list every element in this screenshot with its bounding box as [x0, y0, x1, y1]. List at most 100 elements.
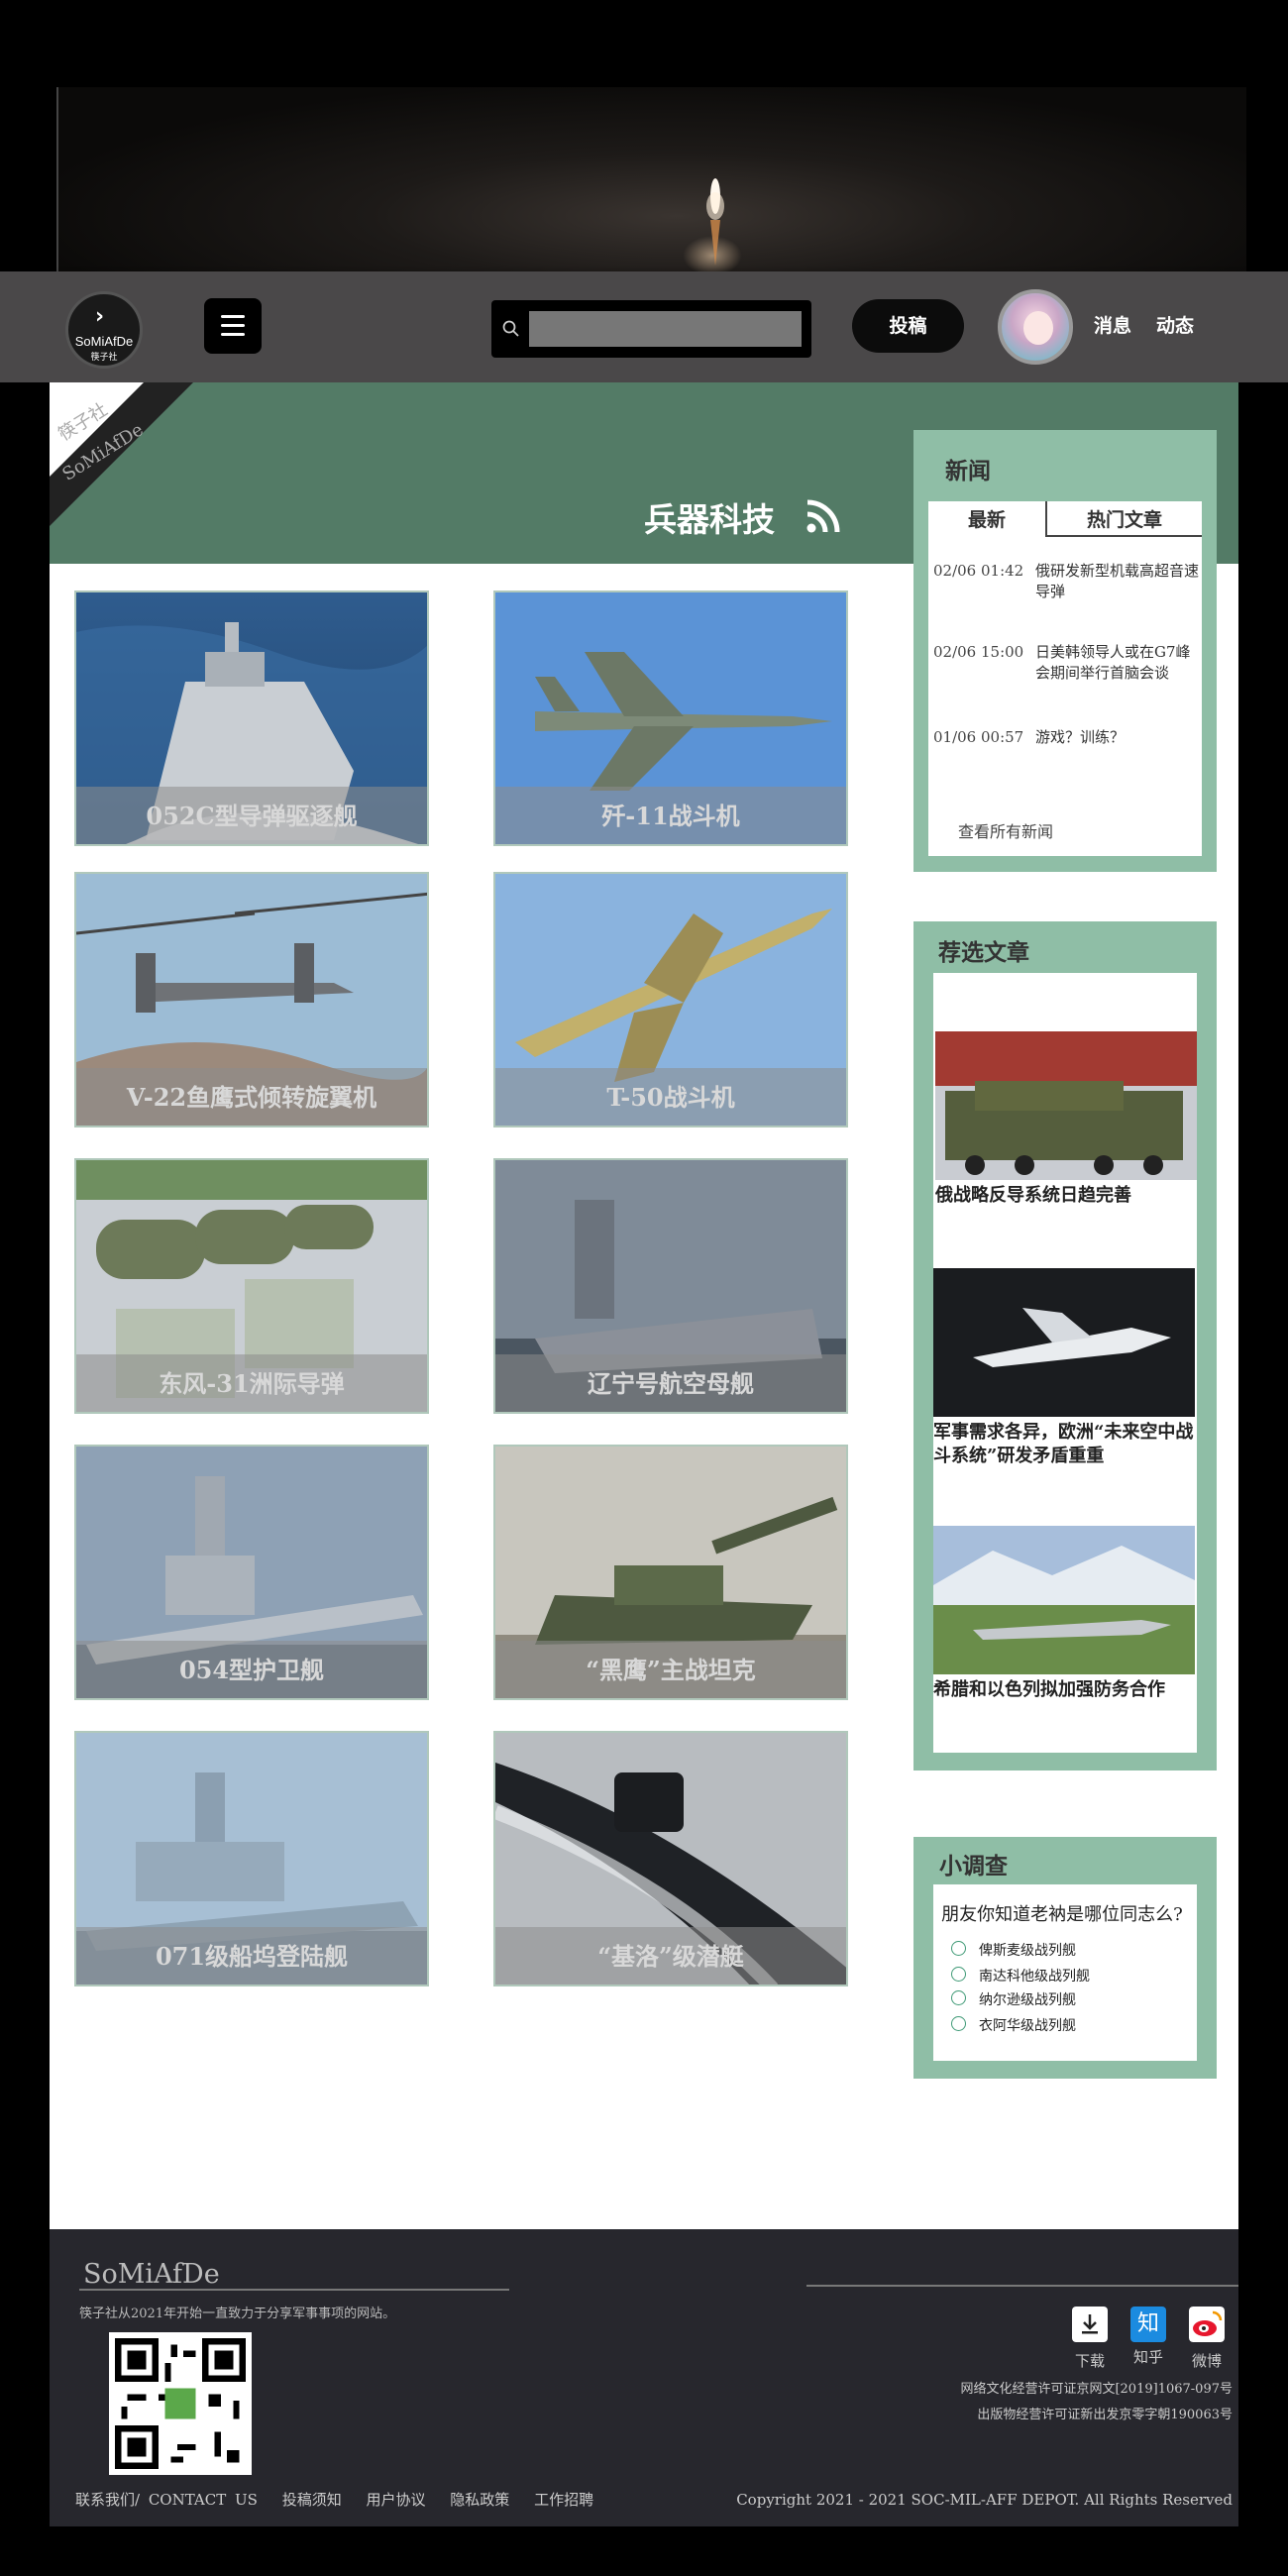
grid-caption: T-50战斗机: [495, 1068, 846, 1126]
menu-button[interactable]: [204, 298, 262, 354]
grid-item-t50[interactable]: T-50战斗机: [493, 872, 848, 1127]
weibo-icon: [1189, 2307, 1225, 2342]
footer-links: 联系我们/ CONTACT US 投稿须知 用户协议 隐私政策 工作招聘: [75, 2489, 609, 2510]
news-headline[interactable]: 游戏？训练？: [1035, 727, 1204, 748]
poll-option[interactable]: 纳尔逊级战列舰: [951, 1989, 1076, 2009]
category-title: 兵器科技: [644, 500, 775, 539]
zhihu-icon: 知: [1130, 2307, 1166, 2342]
poll-option-label: 衣阿华级战列舰: [979, 2018, 1076, 2034]
footer-description: 筷子社从2021年开始一直致力于分享军事事项的网站。: [79, 2307, 396, 2321]
hero-banner: [56, 87, 1246, 275]
news-date: 02/06 15:00: [933, 643, 1024, 661]
corner-ribbon: 筷子社 SoMiAfDe: [50, 382, 198, 531]
m346-image: [933, 1526, 1195, 1674]
poll-title: 小调查: [939, 1853, 1008, 1879]
poll-option-label: 俾斯麦级战列舰: [979, 1943, 1076, 1959]
logo-chevron-icon: ›: [95, 304, 105, 329]
careers-link[interactable]: 工作招聘: [534, 2491, 593, 2509]
main-content: 筷子社 SoMiAfDe 兵器科技 052C型导弹驱逐舰 歼-11战斗机 V-2…: [50, 382, 1238, 2229]
radio-icon[interactable]: [951, 1941, 966, 1956]
logo-text: SoMiAfDe: [74, 334, 134, 349]
logo-subtext: 筷子社: [90, 353, 118, 363]
search-input[interactable]: [529, 311, 802, 347]
grid-item-kilo[interactable]: “基洛”级潜艇: [493, 1731, 848, 1986]
poll-option-label: 南达科他级战列舰: [979, 1969, 1090, 1985]
copyright: Copyright 2021 - 2021 SOC-MIL-AFF DEPOT.…: [736, 2491, 1233, 2509]
recommended-headline: 军事需求各异，欧洲“未来空中战斗系统”研发矛盾重重: [933, 1422, 1194, 1466]
rocket-launch-image: [706, 178, 724, 266]
search-icon[interactable]: [501, 319, 521, 339]
grid-caption: “黑鹰”主战坦克: [495, 1641, 846, 1698]
grid-caption: 歼-11战斗机: [495, 787, 846, 844]
news-title: 新闻: [945, 458, 991, 484]
grid-item-j11[interactable]: 歼-11战斗机: [493, 590, 848, 846]
zhihu-label: 知乎: [1132, 2348, 1163, 2366]
rss-icon[interactable]: [805, 497, 842, 535]
recommended-item[interactable]: 军事需求各异，欧洲“未来空中战斗系统”研发矛盾重重: [933, 1268, 1195, 1468]
grid-caption: 054型护卫舰: [76, 1641, 427, 1698]
news-tabs: 最新 热门文章: [928, 501, 1202, 537]
recommended-item[interactable]: 希腊和以色列拟加强防务合作: [933, 1526, 1195, 1702]
weibo-link[interactable]: 微博: [1187, 2307, 1227, 2371]
tab-latest[interactable]: 最新: [928, 501, 1047, 537]
recommended-title: 荐选文章: [938, 939, 1029, 966]
grid-item-destroyer[interactable]: 052C型导弹驱逐舰: [74, 590, 429, 846]
recommended-headline: 希腊和以色列拟加强防务合作: [933, 1679, 1165, 1700]
poll-question: 朋友你知道老衲是哪位同志么?: [941, 1904, 1183, 1925]
news-date: 02/06 01:42: [933, 562, 1024, 580]
recommended-headline: 俄战略反导系统日趋完善: [935, 1185, 1131, 1206]
grid-caption: V-22鱼鹰式倾转旋翼机: [76, 1068, 427, 1126]
privacy-policy-link[interactable]: 隐私政策: [450, 2491, 509, 2509]
grid-caption: 052C型导弹驱逐舰: [76, 787, 427, 844]
recommended-item[interactable]: 俄战略反导系统日趋完善: [935, 1031, 1197, 1208]
download-icon: [1072, 2307, 1108, 2342]
zhihu-link[interactable]: 知 知乎: [1128, 2307, 1168, 2367]
poll-option-label: 纳尔逊级战列舰: [979, 1992, 1076, 2008]
s400-image: [935, 1031, 1197, 1180]
grid-caption: 辽宁号航空母舰: [495, 1354, 846, 1412]
grid-item-liaoning[interactable]: 辽宁号航空母舰: [493, 1158, 848, 1414]
tab-hot[interactable]: 热门文章: [1047, 501, 1202, 537]
footer-divider: [806, 2285, 1238, 2287]
grid-item-054[interactable]: 054型护卫舰: [74, 1445, 429, 1700]
download-link[interactable]: 下载: [1070, 2307, 1110, 2371]
poll-box: 小调查 朋友你知道老衲是哪位同志么? 俾斯麦级战列舰 南达科他级战列舰 纳尔逊级…: [913, 1837, 1217, 2079]
nav-updates[interactable]: 动态: [1156, 311, 1194, 338]
news-box: 新闻 最新 热门文章 02/06 01:42 俄研发新型机载高超音速导弹 02/…: [913, 430, 1217, 872]
radio-icon[interactable]: [951, 1990, 966, 2005]
radio-icon[interactable]: [951, 1967, 966, 1982]
poll-option[interactable]: 衣阿华级战列舰: [951, 2015, 1076, 2035]
news-date: 01/06 00:57: [933, 728, 1024, 746]
submit-article-button[interactable]: 投稿: [852, 299, 964, 353]
license-text: 出版物经营许可证新出发京零字朝190063号: [977, 2408, 1233, 2422]
qr-code: [109, 2332, 252, 2475]
recommended-box: 荐选文章 俄战略反导系统日趋完善 军事需求各异，欧洲“未来空中战斗系统”研发矛盾…: [913, 921, 1217, 1771]
download-label: 下载: [1074, 2352, 1105, 2370]
news-headline[interactable]: 日美韩领导人或在G7峰会期间举行首脑会谈: [1035, 642, 1204, 684]
grid-item-v22[interactable]: V-22鱼鹰式倾转旋翼机: [74, 872, 429, 1127]
site-logo[interactable]: › SoMiAfDe 筷子社: [65, 291, 143, 369]
footer-divider: [79, 2289, 509, 2291]
top-header: › SoMiAfDe 筷子社 投稿 消息 动态: [0, 271, 1288, 382]
news-headline[interactable]: 俄研发新型机载高超音速导弹: [1035, 561, 1204, 602]
grid-caption: 东风-31洲际导弹: [76, 1354, 427, 1412]
grid-item-071[interactable]: 071级船坞登陆舰: [74, 1731, 429, 1986]
submission-guide-link[interactable]: 投稿须知: [282, 2491, 342, 2509]
grid-caption: “基洛”级潜艇: [495, 1927, 846, 1985]
footer: SoMiAfDe 筷子社从2021年开始一直致力于分享军事事项的网站。 联系我们…: [50, 2229, 1238, 2526]
grid-caption: 071级船坞登陆舰: [76, 1927, 427, 1985]
avatar[interactable]: [998, 289, 1073, 365]
fcas-image: [933, 1268, 1195, 1417]
view-all-news-link[interactable]: 查看所有新闻: [958, 818, 1053, 842]
nav-messages[interactable]: 消息: [1094, 311, 1131, 338]
radio-icon[interactable]: [951, 2016, 966, 2031]
poll-option[interactable]: 俾斯麦级战列舰: [951, 1940, 1076, 1960]
footer-brand: SoMiAfDe: [83, 2259, 220, 2290]
grid-item-tank[interactable]: “黑鹰”主战坦克: [493, 1445, 848, 1700]
page: › SoMiAfDe 筷子社 投稿 消息 动态 筷子社 SoMiAfDe 兵器科: [0, 0, 1288, 2576]
poll-option[interactable]: 南达科他级战列舰: [951, 1966, 1090, 1986]
weibo-label: 微博: [1191, 2352, 1222, 2370]
user-agreement-link[interactable]: 用户协议: [366, 2491, 425, 2509]
contact-us-link[interactable]: 联系我们/ CONTACT US: [75, 2491, 258, 2509]
grid-item-df31[interactable]: 东风-31洲际导弹: [74, 1158, 429, 1414]
